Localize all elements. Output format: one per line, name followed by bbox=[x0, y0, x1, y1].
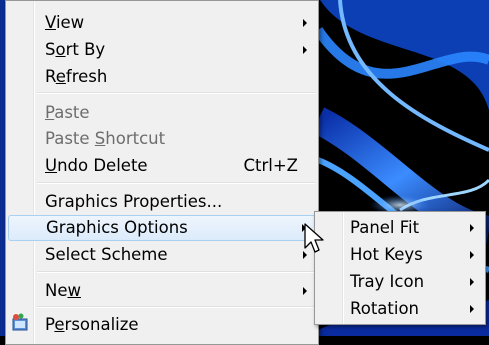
menu-item-refresh[interactable]: Refresh bbox=[8, 64, 316, 90]
submenu-arrow-icon bbox=[470, 251, 474, 259]
menu-separator bbox=[37, 92, 315, 94]
menu-item-undo-delete[interactable]: Undo Delete Ctrl+Z bbox=[8, 153, 316, 179]
menu-item-graphics-properties[interactable]: Graphics Properties... bbox=[8, 189, 316, 215]
menu-item-new[interactable]: New bbox=[8, 278, 316, 304]
personalize-icon bbox=[12, 313, 28, 331]
menu-separator bbox=[37, 306, 315, 308]
menu-item-paste[interactable]: Paste bbox=[8, 100, 316, 126]
menu-item-label: Paste Shortcut bbox=[45, 129, 166, 148]
shortcut-label: Ctrl+Z bbox=[243, 156, 299, 175]
submenu-item-rotation[interactable]: Rotation bbox=[317, 296, 483, 322]
submenu-arrow-icon bbox=[303, 46, 307, 54]
submenu-arrow-icon bbox=[470, 305, 474, 313]
desktop-context-menu: View Sort By Refresh Paste Paste Shortcu… bbox=[5, 0, 319, 345]
menu-item-paste-shortcut[interactable]: Paste Shortcut bbox=[8, 126, 316, 152]
menu-item-label: Refresh bbox=[45, 67, 108, 86]
menu-item-label: View bbox=[45, 13, 85, 32]
submenu-item-hot-keys[interactable]: Hot Keys bbox=[317, 242, 483, 268]
menu-item-personalize[interactable]: Personalize bbox=[8, 312, 316, 338]
menu-item-label: Graphics Properties... bbox=[45, 192, 223, 211]
menu-item-label: Graphics Options bbox=[46, 218, 188, 237]
menu-item-label: Hot Keys bbox=[350, 245, 423, 264]
menu-item-label: Panel Fit bbox=[350, 218, 420, 237]
submenu-arrow-icon bbox=[303, 19, 307, 27]
graphics-options-submenu: Panel Fit Hot Keys Tray Icon Rotation bbox=[314, 211, 486, 325]
menu-item-label: Rotation bbox=[350, 299, 420, 318]
menu-item-label: Sort By bbox=[45, 40, 106, 59]
menu-separator bbox=[37, 271, 315, 273]
menu-item-label: Undo Delete bbox=[45, 156, 148, 175]
menu-item-sort-by[interactable]: Sort By bbox=[8, 37, 316, 63]
menu-item-label: New bbox=[45, 281, 81, 300]
menu-item-graphics-options[interactable]: Graphics Options bbox=[8, 215, 316, 241]
menu-item-label: Paste bbox=[45, 103, 90, 122]
submenu-arrow-icon bbox=[303, 287, 307, 295]
submenu-arrow-icon bbox=[470, 278, 474, 286]
submenu-item-panel-fit[interactable]: Panel Fit bbox=[317, 215, 483, 241]
submenu-arrow-icon bbox=[470, 224, 474, 232]
menu-item-label: Select Scheme bbox=[45, 245, 168, 264]
menu-item-select-scheme[interactable]: Select Scheme bbox=[8, 242, 316, 268]
menu-separator bbox=[37, 182, 315, 184]
mouse-cursor-icon bbox=[304, 223, 324, 253]
menu-item-label: Personalize bbox=[45, 315, 139, 334]
menu-item-label: Tray Icon bbox=[350, 272, 425, 291]
menu-item-view[interactable]: View bbox=[8, 10, 316, 36]
submenu-item-tray-icon[interactable]: Tray Icon bbox=[317, 269, 483, 295]
